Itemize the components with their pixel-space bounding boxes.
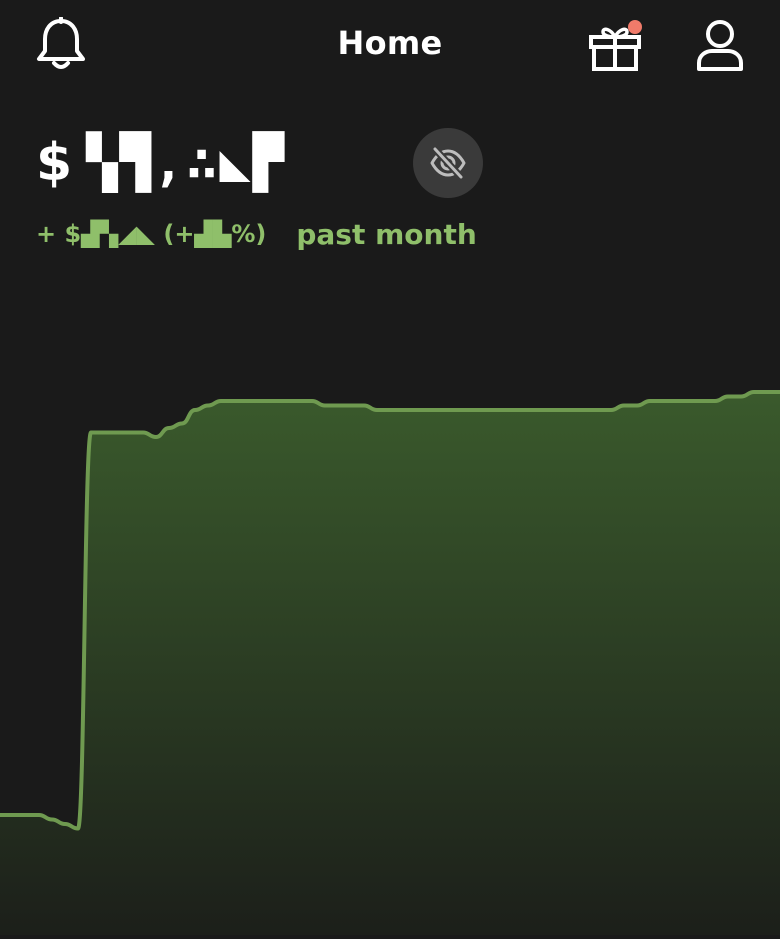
- balance: $ ▚▜,∴◣▛: [36, 128, 286, 198]
- gift-icon: [589, 20, 642, 71]
- portfolio-chart[interactable]: [0, 270, 780, 935]
- balance-currency: $: [36, 133, 73, 193]
- notification-dot: [628, 20, 642, 34]
- portfolio-chart-svg: [0, 390, 780, 935]
- eye-off-icon: [430, 145, 466, 181]
- performance-summary: + $▟▚◢◣ (+▟▙%) past month: [36, 216, 477, 252]
- page-title: Home: [337, 24, 443, 62]
- top-bar: Home: [0, 0, 780, 95]
- chart-area-fill: [0, 392, 780, 935]
- change-period[interactable]: past month: [296, 218, 476, 251]
- account-button[interactable]: [690, 14, 750, 76]
- change-value: + $▟▚◢◣ (+▟▙%): [36, 220, 267, 248]
- rewards-button[interactable]: [583, 14, 647, 76]
- balance-value: ▚▜,∴◣▛: [86, 133, 287, 193]
- hide-balance-button[interactable]: [413, 128, 483, 198]
- profile-icon: [697, 20, 743, 71]
